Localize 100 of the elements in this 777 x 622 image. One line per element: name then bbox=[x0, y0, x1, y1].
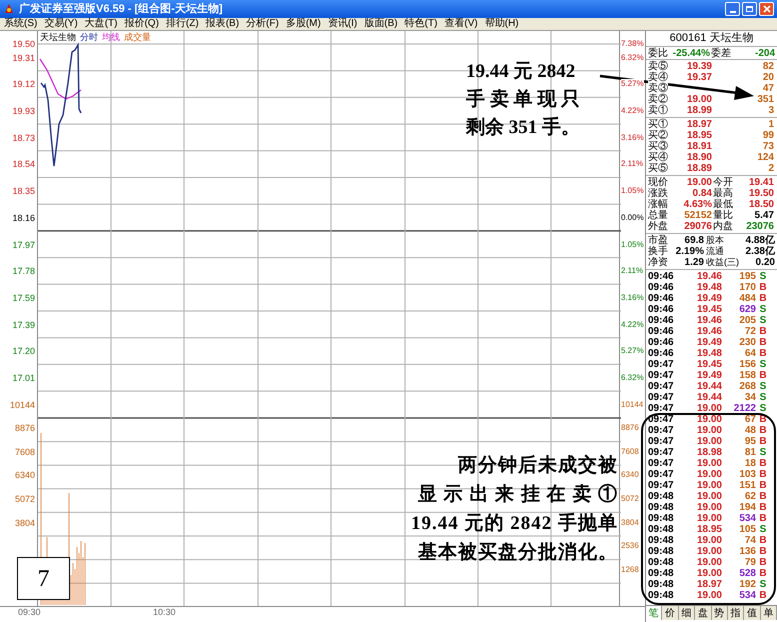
axis-label: 18.54 bbox=[12, 159, 35, 170]
tick-volume: 151 bbox=[738, 480, 756, 491]
order-label: 卖② bbox=[648, 94, 668, 105]
order-volume: 73 bbox=[762, 141, 775, 152]
tick-volume: 34 bbox=[744, 392, 756, 403]
tick-time: 09:46 bbox=[648, 348, 675, 359]
tick-side: S bbox=[758, 271, 768, 282]
tick-price: 18.95 bbox=[696, 524, 722, 535]
tick-time: 09:46 bbox=[648, 282, 675, 293]
menu-item[interactable]: 大盘(T) bbox=[84, 18, 118, 30]
tick-price: 19.46 bbox=[696, 326, 722, 337]
tick-price: 18.97 bbox=[696, 579, 722, 590]
order-label: 买① bbox=[648, 119, 668, 130]
menu-item[interactable]: 排行(Z) bbox=[166, 18, 199, 30]
tick-price: 19.00 bbox=[696, 513, 722, 524]
tick-volume: 103 bbox=[738, 469, 756, 480]
tick-time: 09:48 bbox=[648, 535, 675, 546]
tick-volume: 194 bbox=[738, 502, 756, 513]
minimize-button[interactable] bbox=[725, 2, 740, 16]
tick-volume: 62 bbox=[744, 491, 756, 502]
order-volume: 2 bbox=[767, 163, 775, 174]
restore-button[interactable] bbox=[742, 2, 757, 16]
axis-label: 7608 bbox=[14, 446, 35, 457]
tick-side: B bbox=[758, 458, 768, 469]
field-label: 今开 bbox=[712, 177, 734, 188]
panel-tab[interactable]: 势 bbox=[712, 606, 728, 620]
menu-item[interactable]: 系统(S) bbox=[4, 18, 38, 30]
tick-side: S bbox=[758, 381, 768, 392]
close-button[interactable] bbox=[759, 2, 774, 16]
tick-side: S bbox=[758, 315, 768, 326]
menu-item[interactable]: 特色(T) bbox=[404, 18, 438, 30]
average-line bbox=[40, 58, 82, 100]
tick-time: 09:46 bbox=[648, 326, 675, 337]
tick-volume: 170 bbox=[738, 282, 756, 293]
panel-tab[interactable]: 单 bbox=[760, 606, 777, 620]
axis-label: 5.27% bbox=[621, 79, 644, 90]
tick-time: 09:47 bbox=[648, 436, 675, 447]
tick-price: 19.00 bbox=[696, 480, 722, 491]
panel-tab[interactable]: 细 bbox=[678, 606, 696, 620]
order-volume: 99 bbox=[762, 130, 775, 141]
menu-item[interactable]: 查看(V) bbox=[444, 18, 478, 30]
panel-tab[interactable]: 值 bbox=[744, 606, 761, 620]
panel-tab[interactable]: 指 bbox=[728, 606, 744, 620]
axis-label: 6.32% bbox=[621, 52, 644, 63]
legend-label: 分时 bbox=[80, 32, 98, 43]
axis-label: 2536 bbox=[621, 541, 639, 552]
tick-time: 09:47 bbox=[648, 370, 675, 381]
tick-price: 19.45 bbox=[696, 304, 722, 315]
tick-side: B bbox=[758, 480, 768, 491]
axis-label: 3.16% bbox=[621, 292, 644, 303]
field-label: 量比 bbox=[712, 210, 734, 221]
menu-item[interactable]: 报价(Q) bbox=[124, 18, 159, 30]
menu-item[interactable]: 帮助(H) bbox=[484, 18, 519, 30]
axis-label: 4.22% bbox=[621, 320, 644, 330]
menu-item[interactable]: 报表(B) bbox=[206, 18, 240, 30]
field-label: 流通 bbox=[705, 246, 724, 257]
tick-time: 09:48 bbox=[648, 568, 675, 579]
menu-item[interactable]: 资讯(I) bbox=[328, 18, 358, 30]
axis-label: 17.20 bbox=[12, 346, 35, 356]
menu-item[interactable]: 分析(F) bbox=[246, 18, 279, 30]
tick-price: 19.00 bbox=[696, 414, 722, 425]
field-label: 股本 bbox=[705, 235, 724, 246]
tick-volume: 95 bbox=[744, 436, 756, 447]
field-value: 1.29 bbox=[684, 257, 704, 268]
axis-label: 3.16% bbox=[621, 132, 644, 143]
tick-time: 09:48 bbox=[648, 590, 675, 601]
panel-tab[interactable]: 盘 bbox=[695, 606, 712, 620]
order-price: 19.39 bbox=[686, 61, 712, 72]
tick-volume: 67 bbox=[744, 414, 756, 425]
tick-time: 09:47 bbox=[648, 469, 675, 480]
tick-price: 19.48 bbox=[696, 348, 722, 359]
tick-side: B bbox=[758, 557, 768, 568]
menu-item[interactable]: 多股(M) bbox=[286, 18, 321, 30]
menu-item[interactable]: 版面(B) bbox=[364, 18, 398, 30]
field-value: 19.50 bbox=[748, 188, 775, 199]
tick-time: 09:46 bbox=[648, 293, 675, 304]
field-label: 换手 bbox=[648, 246, 669, 257]
tick-price: 19.49 bbox=[696, 370, 722, 381]
field-value: 19.41 bbox=[748, 177, 775, 188]
tick-price: 19.00 bbox=[696, 403, 722, 414]
panel-tab[interactable]: 价 bbox=[662, 606, 679, 620]
menu-item[interactable]: 交易(Y) bbox=[44, 18, 78, 30]
annotation-text: 19.44 元 2842 手 卖 单 现 只 剩余 351 手。 bbox=[466, 60, 580, 140]
tick-price: 19.48 bbox=[696, 282, 722, 293]
axis-label: 17.97 bbox=[12, 240, 35, 250]
order-label: 卖① bbox=[648, 105, 668, 116]
field-label: 收益(三) bbox=[705, 257, 739, 268]
tick-price: 19.00 bbox=[696, 425, 722, 436]
tick-volume: 629 bbox=[738, 304, 756, 315]
tick-price: 19.49 bbox=[696, 293, 722, 304]
tick-time: 09:47 bbox=[648, 392, 675, 403]
field-value: 23076 bbox=[745, 221, 775, 232]
field-label: 涨幅 bbox=[648, 199, 669, 210]
field-label: 现价 bbox=[648, 177, 669, 188]
field-value: 2.38亿 bbox=[746, 246, 776, 257]
axis-label: 10144 bbox=[10, 400, 35, 410]
time-label: 09:30 bbox=[18, 607, 42, 618]
panel-tab[interactable]: 笔 bbox=[646, 606, 662, 620]
axis-label: 3804 bbox=[621, 518, 639, 528]
order-volume: 82 bbox=[762, 61, 775, 72]
